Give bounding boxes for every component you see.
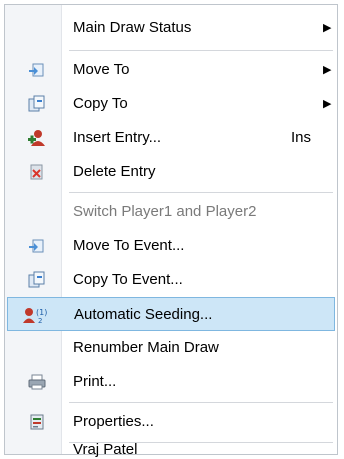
menu-item-delete-entry[interactable]: Delete Entry (7, 155, 335, 189)
delete-entry-icon (27, 163, 47, 181)
menu-item-renumber-main-draw[interactable]: Renumber Main Draw (7, 331, 335, 365)
menu-item-label: Automatic Seeding... (74, 306, 213, 323)
menu-item-label: Insert Entry... (73, 129, 162, 146)
menu-item-copy-to-event[interactable]: Copy To Event... (7, 263, 335, 297)
menu-item-properties[interactable]: Properties... (7, 405, 335, 439)
menu-item-label: Vraj Patel (73, 441, 138, 458)
menu-item-insert-entry[interactable]: Insert Entry... Ins (7, 121, 335, 155)
menu-item-label: Delete Entry (73, 163, 156, 180)
properties-icon (27, 413, 47, 431)
menu-item-label: Copy To Event... (73, 271, 183, 288)
menu-item-label: Renumber Main Draw (73, 339, 219, 356)
submenu-arrow-icon: ▶ (323, 64, 332, 76)
move-to-icon (27, 61, 47, 79)
menu-item-automatic-seeding[interactable]: (1) 2 Automatic Seeding... (7, 297, 335, 331)
context-menu: Main Draw Status ▶ Move To ▶ Copy To ▶ I… (4, 4, 338, 458)
svg-text:2: 2 (38, 317, 42, 324)
shortcut-label: Ins (291, 129, 312, 146)
submenu-arrow-icon: ▶ (323, 98, 332, 110)
menu-item-label: Print... (73, 373, 117, 390)
menu-item-label: Properties... (73, 413, 154, 430)
submenu-arrow-icon: ▶ (323, 22, 332, 34)
menu-item-label: Main Draw Status (73, 19, 192, 36)
printer-icon (27, 373, 47, 391)
menu-item-label: Switch Player1 and Player2 (73, 203, 257, 220)
menu-item-main-draw-status[interactable]: Main Draw Status ▶ (7, 11, 335, 45)
insert-entry-icon (27, 129, 47, 147)
seeding-icon: (1) 2 (22, 306, 50, 325)
menu-item-move-to-event[interactable]: Move To Event... (7, 229, 335, 263)
menu-item-switch-players[interactable]: Switch Player1 and Player2 (7, 195, 335, 229)
menu-separator (69, 402, 333, 403)
svg-text:(1): (1) (36, 308, 47, 317)
menu-item-vraj-patel[interactable]: Vraj Patel (7, 441, 335, 458)
move-to-event-icon (27, 237, 47, 255)
menu-item-label: Move To Event... (73, 237, 185, 254)
menu-item-print[interactable]: Print... (7, 365, 335, 399)
menu-item-label: Copy To (73, 95, 128, 112)
menu-item-move-to[interactable]: Move To ▶ (7, 53, 335, 87)
copy-to-icon (27, 95, 47, 113)
copy-to-event-icon (27, 271, 47, 289)
menu-item-copy-to[interactable]: Copy To ▶ (7, 87, 335, 121)
menu-separator (69, 192, 333, 193)
menu-item-label: Move To (73, 61, 130, 78)
menu-separator (69, 50, 333, 51)
